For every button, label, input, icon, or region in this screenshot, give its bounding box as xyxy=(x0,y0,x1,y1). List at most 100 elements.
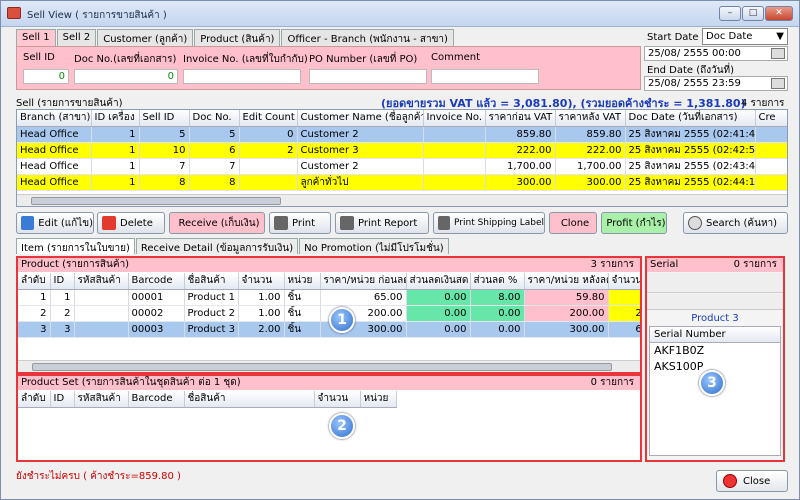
tab-no-promotion[interactable]: No Promotion (ไม่มีโปรโมชั่น) xyxy=(299,238,449,254)
tab-customer[interactable]: Customer (ลูกค้า) xyxy=(97,29,194,46)
tab-receive-detail[interactable]: Receive Detail (ข้อมูลการรับเงิน) xyxy=(135,238,299,254)
product-set-title-bar: Product Set (รายการสินค้าในชุดสินค้า ต่อ… xyxy=(18,376,640,390)
scrollbar-thumb[interactable] xyxy=(32,363,612,371)
column-header[interactable]: ID เครื่อง xyxy=(91,110,140,127)
serial-toolbar xyxy=(647,273,783,293)
product-set-section: Product Set (รายการสินค้าในชุดสินค้า ต่อ… xyxy=(16,374,642,462)
start-date-input[interactable]: 25/08/ 2555 00:00 xyxy=(644,46,788,61)
badge-1: 1 xyxy=(329,307,355,333)
delete-button[interactable]: Delete xyxy=(97,212,165,234)
column-header[interactable]: Customer Name (ชื่อลูกค้า) xyxy=(297,110,424,127)
delete-icon xyxy=(102,216,116,230)
comment-input[interactable] xyxy=(431,69,539,84)
close-button[interactable]: Close xyxy=(716,470,788,492)
printer-icon xyxy=(340,216,354,230)
column-header[interactable]: ชื่อสินค้า xyxy=(184,273,239,290)
printer-icon xyxy=(438,216,451,230)
print-report-button[interactable]: Print Report xyxy=(335,212,429,234)
list-item[interactable]: AKF1B0Z xyxy=(650,343,780,359)
po-number-input[interactable] xyxy=(309,69,427,84)
column-header[interactable]: Cre xyxy=(755,110,787,127)
product-title-bar: Product (รายการสินค้า) 3 รายการ xyxy=(18,258,640,272)
close-window-button[interactable]: ✕ xyxy=(765,6,793,21)
sell-header-row: Branch (สาขา) ID เครื่อง Sell ID Doc No.… xyxy=(17,110,787,127)
title-bar: Sell View ( รายการขายสินค้า ) – □ ✕ xyxy=(1,1,799,27)
doc-no-input[interactable]: 0 xyxy=(74,69,178,84)
scrollbar-thumb[interactable] xyxy=(31,197,281,205)
column-header[interactable]: ชื่อสินค้า xyxy=(184,391,315,408)
tab-item[interactable]: Item (รายการในใบขาย) xyxy=(16,238,135,254)
column-header[interactable]: รหัสสินค้า xyxy=(74,391,129,408)
start-date-label: Start Date xyxy=(647,32,699,43)
invoice-no-input[interactable] xyxy=(183,69,301,84)
column-header[interactable]: จำนวน xyxy=(314,391,361,408)
table-row[interactable]: 1 1 00001 Product 1 1.00 ชิ้น 65.00 0.00 8.00 59.… xyxy=(18,289,640,306)
column-header[interactable]: รหัสสินค้า xyxy=(74,273,129,290)
column-header[interactable]: ส่วนลด % xyxy=(470,273,525,290)
column-header[interactable]: Branch (สาขา) xyxy=(17,110,92,127)
column-header[interactable]: Invoice No. xyxy=(423,110,486,127)
close-icon xyxy=(723,474,737,488)
product-horizontal-scrollbar[interactable] xyxy=(18,360,640,372)
receive-button[interactable]: Receive (เก็บเงิน) xyxy=(169,212,265,234)
column-header[interactable]: Doc Date (วันที่เอกสาร) xyxy=(625,110,756,127)
column-header[interactable]: ราคา/หน่วย หลังลด xyxy=(524,273,609,290)
top-tabs: Sell 1 Sell 2 Customer (ลูกค้า) Product … xyxy=(16,29,455,47)
product-set-table: ลำดับ ID รหัสสินค้า Barcode ชื่อสินค้า จ… xyxy=(18,391,397,408)
maximize-button[interactable]: □ xyxy=(742,6,764,21)
search-button[interactable]: Search (ค้นหา) xyxy=(683,212,788,234)
payment-status: ยังชำระไม่ครบ ( ค้างชำระ=859.80 ) xyxy=(16,471,181,482)
product-header-row: ลำดับ ID รหัสสินค้า Barcode ชื่อสินค้า จ… xyxy=(18,273,640,290)
tab-product[interactable]: Product (สินค้า) xyxy=(194,29,281,46)
column-header[interactable]: Doc No. xyxy=(189,110,240,127)
table-row[interactable]: Head Office 1 8 8 ลูกค้าทั่วไป 300.00 300.00 25… xyxy=(17,174,787,191)
column-header[interactable]: ลำดับ xyxy=(18,273,51,290)
sell-horizontal-scrollbar[interactable] xyxy=(17,194,787,206)
tab-sell-2[interactable]: Sell 2 xyxy=(56,29,97,46)
column-header[interactable]: ID xyxy=(50,391,75,408)
edit-button[interactable]: Edit (แก้ไข) xyxy=(16,212,94,234)
table-row[interactable]: Head Office 1 5 5 0 Customer 2 859.80 859.80 25 … xyxy=(17,126,787,143)
column-header[interactable]: Barcode xyxy=(128,391,185,408)
chevron-down-icon: ▼ xyxy=(776,31,784,42)
column-header[interactable]: ID xyxy=(50,273,75,290)
column-header[interactable]: Barcode xyxy=(128,273,185,290)
tab-officer-branch[interactable]: Officer - Branch (พนักงาน - สาขา) xyxy=(281,29,454,46)
table-row[interactable]: Head Office 1 10 6 2 Customer 3 222.00 222.00 25… xyxy=(17,142,787,159)
end-date-input[interactable]: 25/08/ 2555 23:59 xyxy=(644,76,788,91)
column-header[interactable]: Edit Count xyxy=(239,110,298,127)
column-header[interactable]: ราคาก่อน VAT xyxy=(485,110,556,127)
clone-button[interactable]: Clone xyxy=(549,212,597,234)
calendar-icon[interactable] xyxy=(771,48,785,59)
search-icon xyxy=(688,216,702,230)
column-header[interactable]: จำนวน xyxy=(238,273,285,290)
product-set-header-row: ลำดับ ID รหัสสินค้า Barcode ชื่อสินค้า จ… xyxy=(18,391,397,408)
serial-toolbar-2 xyxy=(647,294,783,310)
window-title: Sell View ( รายการขายสินค้า ) xyxy=(27,10,167,21)
table-row[interactable]: Head Office 1 7 7 Customer 2 1,700.00 1,700.00… xyxy=(17,158,787,175)
minimize-button[interactable]: – xyxy=(719,6,741,21)
column-header[interactable]: ลำดับ xyxy=(18,391,51,408)
serial-column-header[interactable]: Serial Number xyxy=(650,327,780,343)
print-shipping-label-button[interactable]: Print Shipping Label xyxy=(433,212,545,234)
column-header[interactable]: ส่วนลดเงินสด xyxy=(406,273,471,290)
column-header[interactable]: หน่วย xyxy=(284,273,321,290)
serial-title-bar: Serial 0 รายการ xyxy=(647,258,783,272)
calendar-icon[interactable] xyxy=(771,78,785,89)
serial-section: Serial 0 รายการ Product 3 Serial Number … xyxy=(645,256,785,462)
pencil-icon xyxy=(21,216,35,230)
column-header[interactable]: หน่วย xyxy=(360,391,397,408)
column-header[interactable]: Sell ID xyxy=(139,110,190,127)
profit-button[interactable]: Profit (กำไร) xyxy=(601,212,667,234)
column-header[interactable]: ราคา/หน่วย ก่อนลด xyxy=(320,273,407,290)
tab-sell-1[interactable]: Sell 1 xyxy=(16,29,56,47)
column-header[interactable]: ราคาหลัง VAT xyxy=(555,110,626,127)
sell-grid: Branch (สาขา) ID เครื่อง Sell ID Doc No.… xyxy=(16,109,788,207)
sell-view-window: Sell View ( รายการขายสินค้า ) – □ ✕ Sell… xyxy=(0,0,800,500)
column-header[interactable]: จำนวนเ xyxy=(608,273,640,290)
serial-product-name: Product 3 xyxy=(691,313,739,324)
sell-id-input[interactable]: 0 xyxy=(23,69,69,84)
doc-date-select[interactable]: Doc Date ▼ xyxy=(702,28,788,45)
printer-icon xyxy=(274,216,288,230)
print-button[interactable]: Print xyxy=(269,212,331,234)
